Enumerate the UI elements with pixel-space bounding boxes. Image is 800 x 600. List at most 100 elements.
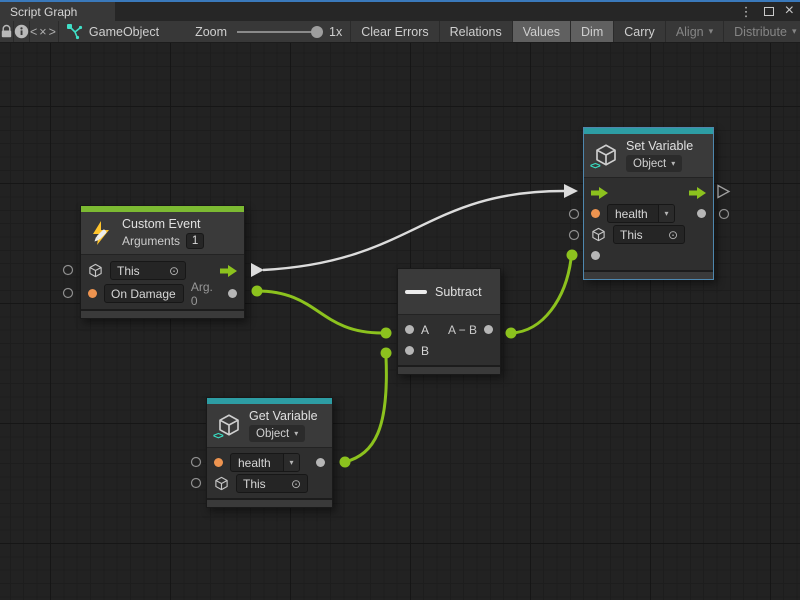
target-picker-icon[interactable]: ⊙ — [169, 264, 179, 278]
dim-button[interactable]: Dim — [571, 21, 614, 42]
input-b-row: B — [398, 340, 500, 361]
output-value-port[interactable] — [316, 458, 325, 467]
variable-code-tag: <> — [213, 431, 223, 442]
target-field[interactable]: This ⊙ — [110, 261, 186, 280]
caret-down-icon: ▾ — [792, 26, 797, 37]
variable-code-tag: <> — [590, 161, 600, 172]
variable-scope-dropdown[interactable]: Object ▾ — [626, 155, 682, 172]
new-value-input-port[interactable] — [591, 251, 600, 260]
edit-code-button[interactable]: <×> — [30, 21, 59, 42]
subtract-icon — [405, 290, 427, 294]
distribute-button[interactable]: Distribute ▾ — [724, 21, 800, 42]
event-name-field[interactable]: On Damage — [104, 284, 184, 303]
node-subtract[interactable]: Subtract A A − B B — [397, 268, 501, 375]
tab-title: Script Graph — [10, 5, 77, 19]
variable-name-port[interactable] — [591, 209, 600, 218]
window-menu-icon[interactable]: ⋮ — [738, 5, 755, 18]
node-footer — [398, 365, 500, 374]
set-variable-header: <> Set Variable Object ▾ — [584, 134, 713, 178]
caret-down-icon: ▾ — [283, 454, 299, 471]
output-value-port[interactable] — [697, 209, 706, 218]
window-focus-accent — [0, 0, 800, 2]
result-label: A − B — [448, 323, 477, 337]
zoom-slider-track — [237, 31, 321, 33]
variable-name-dropdown[interactable]: health ▾ — [607, 204, 675, 223]
arguments-label: Arguments — [122, 234, 180, 248]
result-output-port[interactable] — [484, 325, 493, 334]
variable-name-dropdown[interactable]: health ▾ — [230, 453, 300, 472]
script-graph-icon — [66, 23, 83, 40]
unity-graph-window: Script Graph ⋮ × <×> — [0, 0, 800, 600]
get-variable-body: health ▾ This ⊙ — [207, 448, 332, 498]
node-footer — [584, 270, 713, 279]
input-b-label: B — [421, 344, 429, 358]
lock-button[interactable] — [0, 21, 14, 42]
input-a-port[interactable] — [405, 325, 414, 334]
variable-cube-icon: <> — [591, 143, 618, 169]
tab-strip: Script Graph ⋮ × — [0, 0, 800, 21]
variable-name-row: health ▾ — [584, 203, 713, 224]
zoom-slider[interactable] — [237, 26, 321, 38]
custom-event-body: This ⊙ On Damage Arg. 0 — [81, 255, 244, 309]
subtract-header: Subtract — [398, 269, 500, 315]
clear-errors-button[interactable]: Clear Errors — [351, 21, 439, 42]
gameobject-label: GameObject — [89, 25, 159, 39]
flow-row — [584, 182, 713, 203]
variable-name-port[interactable] — [214, 458, 223, 467]
custom-event-header: Custom Event Arguments 1 — [81, 212, 244, 255]
input-a-label: A — [421, 323, 429, 337]
zoom-slider-handle[interactable] — [311, 26, 323, 38]
node-title: Custom Event — [122, 217, 204, 231]
values-button[interactable]: Values — [513, 21, 571, 42]
caret-down-icon: ▾ — [671, 159, 675, 168]
zoom-control: Zoom 1x — [159, 21, 351, 42]
close-icon[interactable]: × — [783, 3, 796, 19]
lock-icon — [0, 24, 13, 39]
subtract-body: A A − B B — [398, 315, 500, 365]
node-footer — [207, 498, 332, 507]
cube-icon — [591, 227, 606, 242]
arg-0-output-port[interactable] — [228, 289, 237, 298]
target-picker-icon[interactable]: ⊙ — [291, 477, 301, 491]
node-set-variable[interactable]: <> Set Variable Object ▾ — [583, 127, 714, 280]
target-picker-icon[interactable]: ⊙ — [668, 228, 678, 242]
info-icon — [14, 24, 29, 39]
node-title: Get Variable — [249, 409, 318, 423]
new-value-row — [584, 245, 713, 266]
zoom-label: Zoom — [195, 25, 227, 39]
relations-button[interactable]: Relations — [440, 21, 513, 42]
flow-input-port[interactable] — [591, 187, 608, 199]
target-row: This ⊙ — [207, 473, 332, 494]
maximize-icon[interactable] — [764, 7, 774, 16]
arguments-count-field[interactable]: 1 — [186, 233, 204, 249]
custom-event-icon — [88, 220, 114, 246]
get-variable-header: <> Get Variable Object ▾ — [207, 404, 332, 448]
input-b-port[interactable] — [405, 346, 414, 355]
variable-cube-icon: <> — [214, 413, 241, 439]
node-title: Set Variable — [626, 139, 693, 153]
event-name-port[interactable] — [88, 289, 97, 298]
window-controls: ⋮ × — [738, 2, 796, 20]
arg-0-label: Arg. 0 — [191, 280, 221, 308]
tab-script-graph[interactable]: Script Graph — [0, 2, 115, 21]
input-a-row: A A − B — [398, 319, 500, 340]
node-get-variable[interactable]: <> Get Variable Object ▾ health ▾ — [206, 397, 333, 508]
carry-button[interactable]: Carry — [614, 21, 666, 42]
node-custom-event[interactable]: Custom Event Arguments 1 This ⊙ — [80, 205, 245, 319]
target-field[interactable]: This ⊙ — [236, 474, 308, 493]
info-button[interactable] — [14, 21, 30, 42]
caret-down-icon: ▾ — [709, 26, 714, 37]
align-button[interactable]: Align ▾ — [666, 21, 724, 42]
caret-down-icon: ▾ — [658, 205, 674, 222]
flow-output-port[interactable] — [689, 187, 706, 199]
cube-icon — [214, 476, 229, 491]
gameobject-target[interactable]: GameObject — [59, 21, 159, 42]
graph-toolbar: <×> GameObject Zoom 1x Clear Errors Rela… — [0, 21, 800, 43]
event-name-row: On Damage Arg. 0 — [81, 282, 244, 305]
flow-output-port[interactable] — [220, 265, 237, 277]
code-icon: <×> — [30, 25, 58, 39]
caret-down-icon: ▾ — [294, 429, 298, 438]
node-footer — [81, 309, 244, 318]
target-field[interactable]: This ⊙ — [613, 225, 685, 244]
variable-scope-dropdown[interactable]: Object ▾ — [249, 425, 305, 442]
